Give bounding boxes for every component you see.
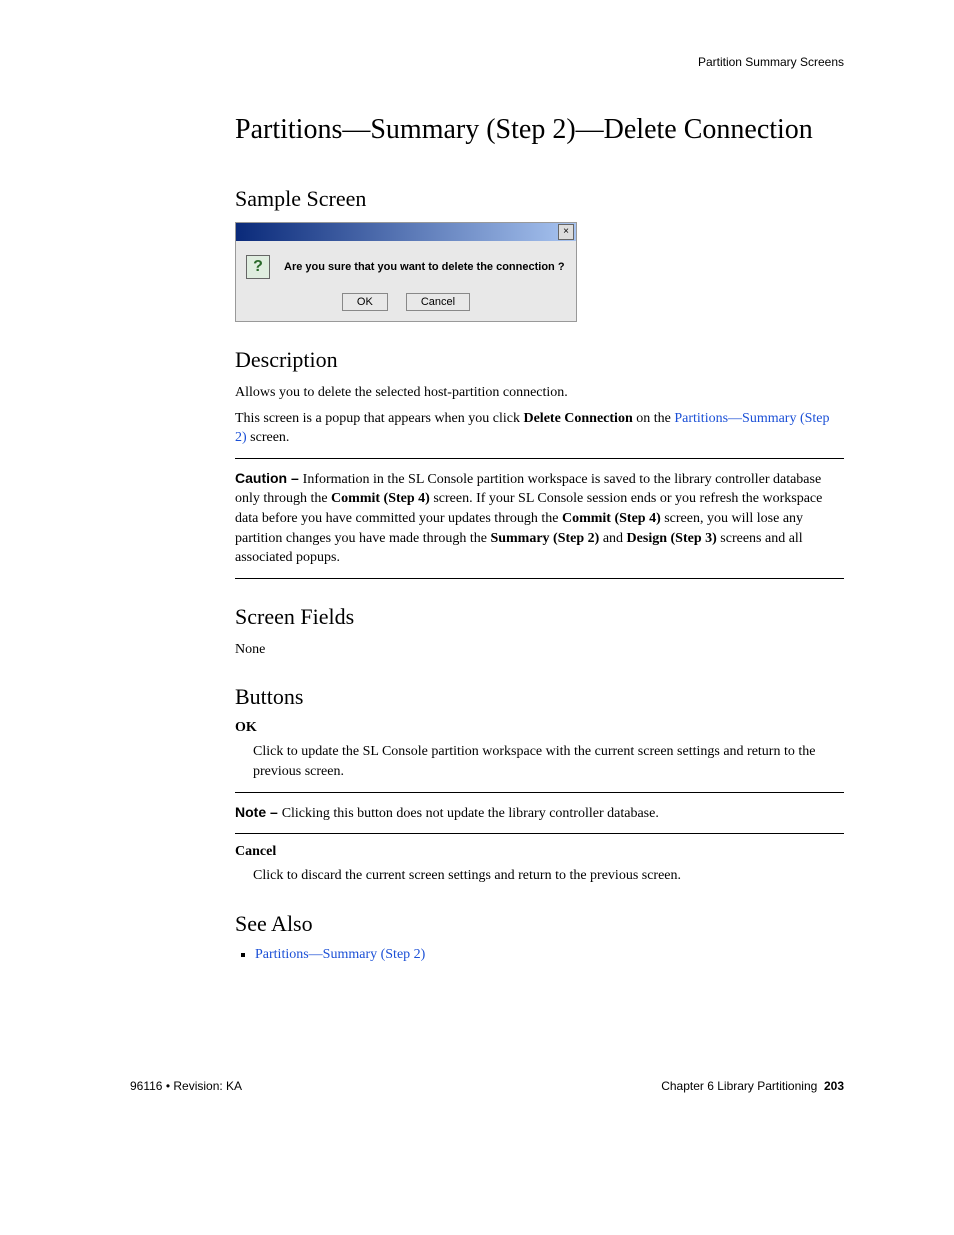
dialog-message: Are you sure that you want to delete the…	[284, 261, 565, 273]
question-icon: ?	[246, 255, 270, 279]
note-text: Note – Clicking this button does not upd…	[235, 803, 844, 824]
page-title: Partitions—Summary (Step 2)—Delete Conne…	[130, 114, 844, 146]
cancel-button[interactable]: Cancel	[406, 293, 470, 311]
footer-chapter: Chapter 6 Library Partitioning	[661, 1079, 817, 1093]
description-p1: Allows you to delete the selected host-p…	[235, 383, 844, 403]
bold-commit-step4: Commit (Step 4)	[331, 491, 430, 506]
running-header: Partition Summary Screens	[130, 55, 844, 69]
text-fragment: on the	[633, 411, 675, 426]
note-body: Clicking this button does not update the…	[282, 806, 659, 821]
ok-description: Click to update the SL Console partition…	[235, 742, 844, 781]
dialog-titlebar: ×	[236, 223, 576, 241]
divider	[235, 458, 844, 459]
text-fragment: This screen is a popup that appears when…	[235, 411, 523, 426]
close-icon[interactable]: ×	[558, 224, 574, 240]
heading-buttons: Buttons	[235, 684, 844, 710]
note-label: Note –	[235, 804, 282, 820]
heading-see-also: See Also	[235, 911, 844, 937]
heading-sample-screen: Sample Screen	[235, 186, 844, 212]
ok-button[interactable]: OK	[342, 293, 388, 311]
page-number: 203	[824, 1079, 844, 1093]
divider	[235, 578, 844, 579]
text-fragment: and	[599, 531, 626, 546]
footer-left: 96116 • Revision: KA	[130, 1079, 242, 1093]
bold-summary-step2: Summary (Step 2)	[490, 531, 599, 546]
screen-fields-body: None	[235, 640, 844, 660]
caution-text: Caution – Information in the SL Console …	[235, 469, 844, 568]
button-name-cancel: Cancel	[235, 844, 844, 860]
bold-design-step3: Design (Step 3)	[627, 531, 717, 546]
bold-commit-step4: Commit (Step 4)	[562, 511, 661, 526]
divider	[235, 833, 844, 834]
sample-dialog: × ? Are you sure that you want to delete…	[235, 222, 577, 322]
caution-label: Caution –	[235, 470, 303, 486]
divider	[235, 792, 844, 793]
heading-screen-fields: Screen Fields	[235, 604, 844, 630]
cancel-description: Click to discard the current screen sett…	[235, 866, 844, 886]
bold-delete-connection: Delete Connection	[523, 411, 632, 426]
footer-right: Chapter 6 Library Partitioning 203	[661, 1079, 844, 1093]
see-also-list: Partitions—Summary (Step 2)	[235, 947, 844, 963]
heading-description: Description	[235, 347, 844, 373]
button-name-ok: OK	[235, 720, 844, 736]
link-see-also-partitions-summary[interactable]: Partitions—Summary (Step 2)	[255, 947, 425, 962]
description-p2: This screen is a popup that appears when…	[235, 409, 844, 448]
text-fragment: screen.	[247, 430, 290, 445]
